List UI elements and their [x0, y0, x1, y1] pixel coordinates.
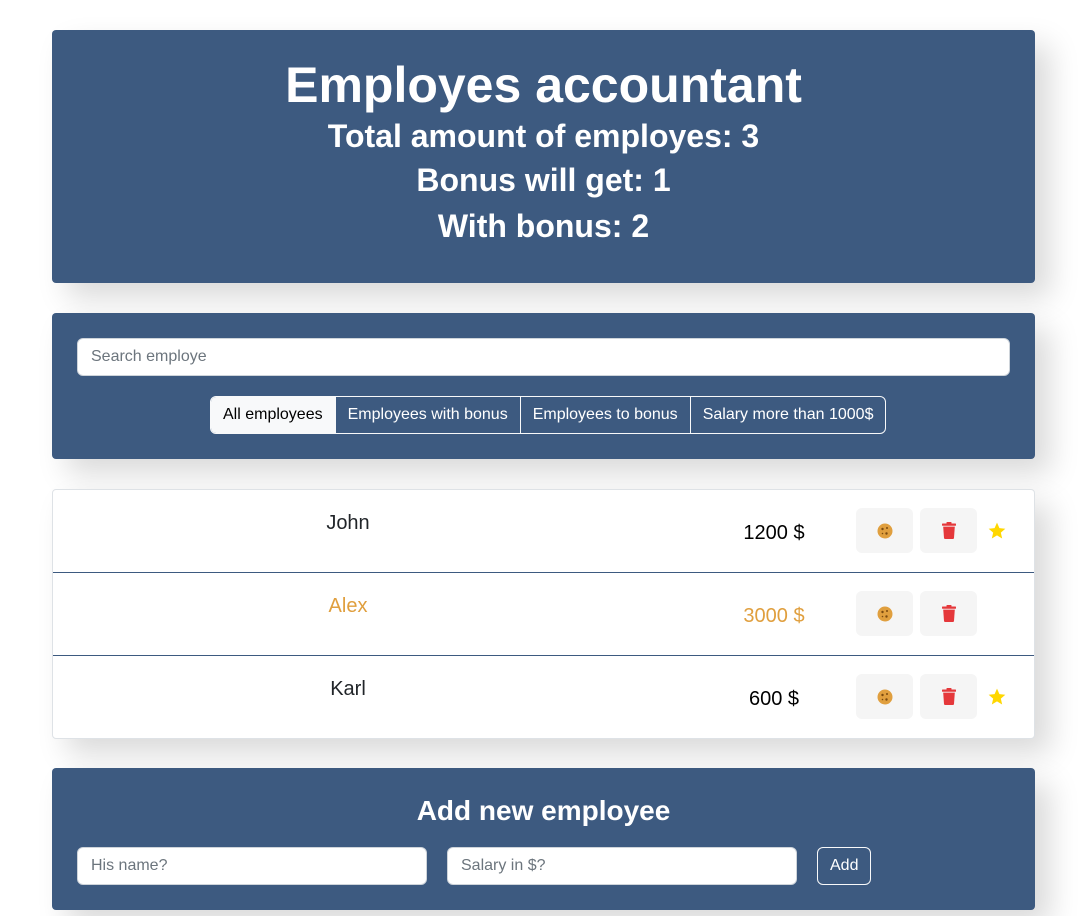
app-title: Employes accountant [285, 57, 802, 113]
cookie-icon [877, 689, 892, 704]
list-item: John 1200 $ [53, 490, 1034, 573]
with-bonus-text: With bonus: 2 [437, 208, 650, 244]
cookie-button[interactable] [856, 508, 913, 553]
trash-icon [941, 522, 956, 539]
cookie-icon [877, 606, 892, 621]
delete-button[interactable] [920, 508, 977, 553]
employee-salary: 600 $ [748, 688, 800, 710]
employee-name[interactable]: Alex [248, 595, 448, 618]
filter-all-button[interactable]: All employees [211, 397, 335, 433]
employee-salary: 3000 $ [743, 605, 805, 627]
star-icon [988, 688, 1006, 704]
filter-button-group: All employees Employees with bonus Emplo… [210, 396, 887, 434]
delete-button[interactable] [920, 591, 977, 636]
search-panel: All employees Employees with bonus Emplo… [52, 313, 1035, 459]
delete-button[interactable] [920, 674, 977, 719]
salary-input[interactable] [447, 847, 797, 885]
trash-icon [941, 688, 956, 705]
employee-name[interactable]: Karl [248, 678, 448, 701]
add-button[interactable]: Add [817, 847, 872, 885]
app-info-panel: Employes accountant Total amount of empl… [52, 30, 1035, 283]
name-input[interactable] [77, 847, 427, 885]
list-item: Karl 600 $ [53, 656, 1034, 739]
cookie-button[interactable] [856, 591, 913, 636]
employee-name[interactable]: John [248, 512, 448, 535]
employees-list: John 1200 $ Alex 3000 $ Karl 600 $ [52, 489, 1035, 739]
employee-salary: 1200 $ [743, 522, 805, 544]
trash-icon [941, 605, 956, 622]
add-employee-form: Add new employee Add [52, 768, 1035, 910]
bonus-count-text: Bonus will get: 1 [416, 162, 671, 198]
filter-salary-button[interactable]: Salary more than 1000$ [689, 397, 886, 433]
cookie-button[interactable] [856, 674, 913, 719]
filter-with-bonus-button[interactable]: Employees with bonus [334, 397, 520, 433]
list-item: Alex 3000 $ [53, 573, 1034, 656]
cookie-icon [877, 523, 892, 538]
add-form-title: Add new employee [416, 795, 671, 826]
filter-to-bonus-button[interactable]: Employees to bonus [519, 397, 690, 433]
total-employees-text: Total amount of employes: 3 [327, 118, 760, 154]
search-input[interactable] [77, 338, 1010, 376]
star-icon [988, 522, 1006, 538]
